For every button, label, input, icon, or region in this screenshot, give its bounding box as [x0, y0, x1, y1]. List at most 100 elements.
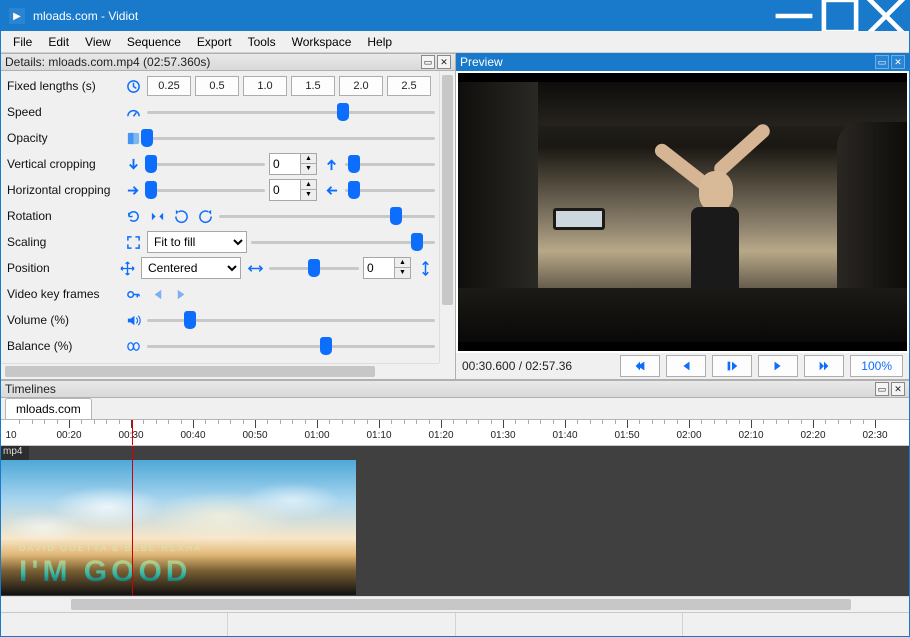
length-button[interactable]: 1.5	[291, 76, 335, 96]
menu-edit[interactable]: Edit	[40, 32, 77, 52]
speed-slider[interactable]	[147, 102, 435, 122]
spinner-down-icon[interactable]: ▼	[394, 268, 410, 278]
opacity-label: Opacity	[5, 131, 123, 145]
horizontal-arrows-icon[interactable]	[245, 258, 265, 278]
arrow-right-icon[interactable]	[123, 180, 143, 200]
menu-tools[interactable]: Tools	[240, 32, 284, 52]
mirror-h-icon[interactable]	[147, 206, 167, 226]
rotation-slider[interactable]	[219, 206, 435, 226]
timeline-tab[interactable]: mloads.com	[5, 398, 92, 419]
window-title: mloads.com - Vidiot	[33, 9, 771, 23]
panel-dock-icon[interactable]: ▭	[875, 382, 889, 396]
vertical-arrows-icon[interactable]	[415, 258, 435, 278]
hcrop-value-spinner[interactable]: ▲▼	[269, 179, 317, 201]
preview-frame	[458, 82, 907, 342]
menu-help[interactable]: Help	[359, 32, 400, 52]
details-horizontal-scrollbar[interactable]	[1, 363, 439, 379]
details-panel-header: Details: mloads.com.mp4 (02:57.360s) ▭ ✕	[1, 53, 455, 71]
spinner-down-icon[interactable]: ▼	[300, 164, 316, 174]
reset-icon[interactable]	[123, 206, 143, 226]
clip-title-overlay: DAVID GUETTA & BEBE REXHA I'M GOOD	[19, 543, 202, 589]
volume-slider[interactable]	[147, 310, 435, 330]
hcrop-right-slider[interactable]	[345, 180, 435, 200]
position-mode-select[interactable]: Centered	[141, 257, 241, 279]
rotate-cw-icon[interactable]	[195, 206, 215, 226]
gauge-icon[interactable]	[123, 102, 143, 122]
panel-close-icon[interactable]: ✕	[437, 55, 451, 69]
hcrop-left-slider[interactable]	[147, 180, 265, 200]
balance-icon[interactable]	[123, 336, 143, 356]
position-value-input[interactable]	[364, 261, 394, 275]
position-x-slider[interactable]	[269, 258, 359, 278]
move-icon[interactable]	[117, 258, 137, 278]
details-body: Fixed lengths (s) 0.25 0.5 1.0 1.5 2.0 2…	[1, 71, 455, 379]
scaling-slider[interactable]	[251, 232, 435, 252]
arrow-left-icon[interactable]	[321, 180, 341, 200]
row-position: Position Centered ▲▼	[5, 255, 435, 281]
workspace: Details: mloads.com.mp4 (02:57.360s) ▭ ✕…	[1, 53, 909, 379]
timeline-tracks[interactable]: mp4 DAVID GUETTA & BEBE REXHA I'M GOOD	[1, 446, 909, 596]
row-volume: Volume (%)	[5, 307, 435, 333]
scaling-mode-select[interactable]: Fit to fill	[147, 231, 247, 253]
spinner-up-icon[interactable]: ▲	[300, 180, 316, 190]
prev-key-icon[interactable]	[147, 284, 167, 304]
rotate-ccw-icon[interactable]	[171, 206, 191, 226]
panel-close-icon[interactable]: ✕	[891, 382, 905, 396]
spinner-up-icon[interactable]: ▲	[394, 258, 410, 268]
panel-close-icon[interactable]: ✕	[891, 55, 905, 69]
key-icon[interactable]	[123, 284, 143, 304]
menu-view[interactable]: View	[77, 32, 119, 52]
zoom-level[interactable]: 100%	[850, 355, 903, 377]
go-end-button[interactable]	[804, 355, 844, 377]
row-speed: Speed	[5, 99, 435, 125]
details-vertical-scrollbar[interactable]	[439, 71, 455, 363]
length-button[interactable]: 2.5	[387, 76, 431, 96]
vcrop-bottom-slider[interactable]	[345, 154, 435, 174]
window-controls	[771, 1, 909, 31]
length-button[interactable]: 2.0	[339, 76, 383, 96]
timeline-horizontal-scrollbar[interactable]	[1, 596, 909, 612]
volume-label: Volume (%)	[5, 313, 123, 327]
arrow-down-icon[interactable]	[123, 154, 143, 174]
go-start-button[interactable]	[620, 355, 660, 377]
hcrop-value-input[interactable]	[270, 183, 300, 197]
opacity-icon[interactable]	[123, 128, 143, 148]
video-clip[interactable]: DAVID GUETTA & BEBE REXHA I'M GOOD	[1, 460, 356, 595]
menu-export[interactable]: Export	[189, 32, 240, 52]
playhead-ruler[interactable]	[132, 420, 133, 445]
play-pause-button[interactable]	[712, 355, 752, 377]
menu-sequence[interactable]: Sequence	[119, 32, 189, 52]
menubar: File Edit View Sequence Export Tools Wor…	[1, 31, 909, 53]
menu-workspace[interactable]: Workspace	[284, 32, 360, 52]
vcrop-value-spinner[interactable]: ▲▼	[269, 153, 317, 175]
next-key-icon[interactable]	[171, 284, 191, 304]
preview-viewport[interactable]	[458, 73, 907, 351]
length-button[interactable]: 1.0	[243, 76, 287, 96]
length-button[interactable]: 0.25	[147, 76, 191, 96]
spinner-up-icon[interactable]: ▲	[300, 154, 316, 164]
balance-slider[interactable]	[147, 336, 435, 356]
playhead[interactable]	[132, 446, 133, 596]
panel-dock-icon[interactable]: ▭	[421, 55, 435, 69]
arrow-up-icon[interactable]	[321, 154, 341, 174]
minimize-button[interactable]	[771, 1, 817, 31]
timeline-ruler[interactable]: 1000:2000:3000:4000:5001:0001:1001:2001:…	[1, 420, 909, 446]
speaker-icon[interactable]	[123, 310, 143, 330]
spinner-down-icon[interactable]: ▼	[300, 190, 316, 200]
maximize-button[interactable]	[817, 1, 863, 31]
opacity-slider[interactable]	[147, 128, 435, 148]
expand-icon[interactable]	[123, 232, 143, 252]
row-rotation: Rotation	[5, 203, 435, 229]
menu-file[interactable]: File	[5, 32, 40, 52]
vcrop-value-input[interactable]	[270, 157, 300, 171]
close-button[interactable]	[863, 1, 909, 31]
next-frame-button[interactable]	[758, 355, 798, 377]
prev-frame-button[interactable]	[666, 355, 706, 377]
panel-dock-icon[interactable]: ▭	[875, 55, 889, 69]
vcrop-top-slider[interactable]	[147, 154, 265, 174]
length-button[interactable]: 0.5	[195, 76, 239, 96]
position-value-spinner[interactable]: ▲▼	[363, 257, 411, 279]
app-icon: ▶	[9, 8, 25, 24]
clock-icon[interactable]	[123, 76, 143, 96]
preview-panel-header: Preview ▭ ✕	[456, 53, 909, 71]
